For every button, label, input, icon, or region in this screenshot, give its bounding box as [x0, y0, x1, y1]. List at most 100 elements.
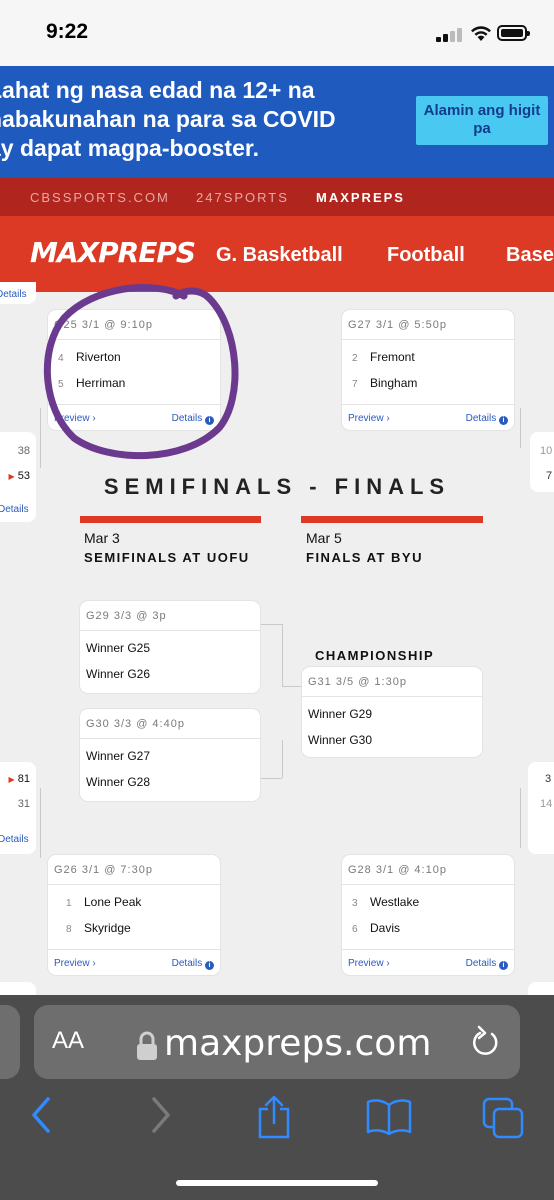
info-icon: i — [205, 961, 214, 970]
team-row[interactable]: Winner G26 — [80, 661, 260, 687]
preview-link[interactable]: Preview › — [348, 958, 390, 969]
url-text[interactable]: maxpreps.com — [164, 1023, 431, 1064]
nav-item-girls-basketball[interactable]: G. Basketball — [216, 244, 343, 267]
edge-score-winner: ▶ 81 — [8, 773, 30, 785]
team-name: Lone Peak — [84, 895, 142, 909]
team-row[interactable]: 5 Herriman — [48, 370, 220, 396]
battery-icon — [497, 25, 530, 41]
team-row[interactable]: 2 Fremont — [342, 344, 514, 370]
info-icon: i — [499, 961, 508, 970]
network-link-cbssports[interactable]: CBSSPORTS.COM — [30, 190, 170, 205]
game-header: G28 3/1 @ 4:10p — [342, 855, 514, 885]
edge-score: 38 — [17, 445, 30, 457]
team-name: Herriman — [76, 376, 126, 390]
team-row[interactable]: 1 Lone Peak — [48, 889, 220, 915]
bracket-connector — [520, 408, 521, 448]
game-header: G30 3/3 @ 4:40p — [80, 709, 260, 739]
bracket-connector — [260, 624, 282, 625]
game-header: G26 3/1 @ 7:30p — [48, 855, 220, 885]
finals-date: Mar 5 — [306, 530, 342, 546]
edge-score: 31 — [17, 798, 30, 810]
finals-red-bar — [301, 516, 483, 523]
team-row[interactable]: Winner G25 — [80, 635, 260, 661]
previous-tab-pill[interactable] — [0, 1005, 20, 1079]
details-link[interactable]: Details i — [466, 413, 508, 425]
back-icon[interactable] — [28, 1095, 56, 1135]
ad-line: ay dapat magpa-booster. — [0, 135, 259, 161]
team-name: Fremont — [370, 350, 415, 364]
network-link-247sports[interactable]: 247SPORTS — [196, 190, 289, 205]
game-card-g30[interactable]: G30 3/3 @ 4:40p Winner G27 Winner G28 — [80, 709, 260, 801]
team-seed: 5 — [58, 379, 64, 390]
edge-details-link[interactable]: Details — [0, 834, 29, 845]
network-link-maxpreps[interactable]: MAXPREPS — [316, 190, 405, 205]
team-name: Davis — [370, 921, 401, 935]
bracket-connector — [282, 624, 283, 686]
edge-score: 3 — [545, 773, 552, 785]
preview-link[interactable]: Preview › — [54, 413, 96, 424]
nav-item-baseball[interactable]: Base — [506, 244, 554, 267]
details-link[interactable]: Details i — [172, 413, 214, 425]
edge-card: ▶ 81 31 Details — [0, 762, 36, 854]
preview-link[interactable]: Preview › — [54, 958, 96, 969]
team-row[interactable]: 3 Westlake — [342, 889, 514, 915]
team-row[interactable]: 4 Riverton — [48, 344, 220, 370]
details-link[interactable]: Details i — [172, 958, 214, 970]
game-footer: Preview › Details i — [48, 404, 220, 430]
tabs-icon[interactable] — [482, 1097, 526, 1139]
team-seed: 7 — [352, 379, 358, 390]
info-icon: i — [499, 416, 508, 425]
maxpreps-logo[interactable]: MAXPREPS — [30, 236, 196, 269]
share-icon[interactable] — [256, 1095, 292, 1139]
ad-learn-more-button[interactable]: Alamin ang higit pa — [416, 96, 548, 145]
team-row[interactable]: Winner G29 — [302, 701, 482, 727]
text-size-button[interactable]: AA — [52, 1027, 84, 1055]
team-name: Bingham — [370, 376, 418, 390]
edge-score: 10 — [540, 445, 553, 457]
team-name: Skyridge — [84, 921, 131, 935]
team-seed: 4 — [58, 353, 64, 364]
team-row[interactable]: Winner G30 — [302, 727, 482, 753]
bookmarks-icon[interactable] — [366, 1099, 412, 1135]
bracket-connector — [282, 740, 283, 778]
preview-link[interactable]: Preview › — [348, 413, 390, 424]
ad-line: nabakunahan na para sa COVID — [0, 106, 336, 132]
ad-banner[interactable]: Lahat ng nasa edad na 12+ na nabakunahan… — [0, 66, 554, 178]
team-row[interactable]: 8 Skyridge — [48, 915, 220, 941]
semis-label: SEMIFINALS AT UOFU — [84, 550, 250, 565]
team-seed: 2 — [352, 353, 358, 364]
game-header: G29 3/3 @ 3p — [80, 601, 260, 631]
address-bar[interactable]: AA maxpreps.com — [34, 1005, 520, 1079]
team-name: Riverton — [76, 350, 121, 364]
semis-date: Mar 3 — [84, 530, 120, 546]
team-row[interactable]: Winner G27 — [80, 743, 260, 769]
game-card-g31[interactable]: G31 3/5 @ 1:30p Winner G29 Winner G30 — [302, 667, 482, 757]
edge-details-link[interactable]: Details — [0, 504, 29, 515]
team-row[interactable]: Winner G28 — [80, 769, 260, 795]
game-header: G31 3/5 @ 1:30p — [302, 667, 482, 697]
edge-score: 14 — [540, 798, 553, 810]
site-header: MAXPREPS G. Basketball Football Base — [0, 216, 554, 292]
game-card-g28[interactable]: G28 3/1 @ 4:10p 3 Westlake 6 Davis Preview… — [342, 855, 514, 975]
edge-details-link[interactable]: Details — [0, 289, 27, 300]
nav-item-football[interactable]: Football — [387, 244, 465, 267]
game-card-g29[interactable]: G29 3/3 @ 3p Winner G25 Winner G26 — [80, 601, 260, 693]
semis-red-bar — [80, 516, 261, 523]
forward-icon[interactable] — [146, 1095, 174, 1135]
bracket-connector — [520, 788, 521, 848]
team-row[interactable]: 6 Davis — [342, 915, 514, 941]
home-indicator — [176, 1180, 378, 1186]
info-icon: i — [205, 416, 214, 425]
bracket-connector — [40, 408, 41, 468]
team-row[interactable]: 7 Bingham — [342, 370, 514, 396]
reload-icon[interactable] — [470, 1025, 502, 1059]
game-card-g27[interactable]: G27 3/1 @ 5:50p 2 Fremont 7 Bingham Previe… — [342, 310, 514, 430]
game-card-g25[interactable]: G25 3/1 @ 9:10p 4 Riverton 5 Herriman Prev… — [48, 310, 220, 430]
game-header: G27 3/1 @ 5:50p — [342, 310, 514, 340]
cellular-signal-icon — [436, 26, 464, 42]
game-card-g26[interactable]: G26 3/1 @ 7:30p 1 Lone Peak 8 Skyridge Pre… — [48, 855, 220, 975]
finals-label: FINALS AT BYU — [306, 550, 423, 565]
details-link[interactable]: Details i — [466, 958, 508, 970]
team-seed: 3 — [352, 898, 358, 909]
game-footer: Preview › Details i — [342, 404, 514, 430]
